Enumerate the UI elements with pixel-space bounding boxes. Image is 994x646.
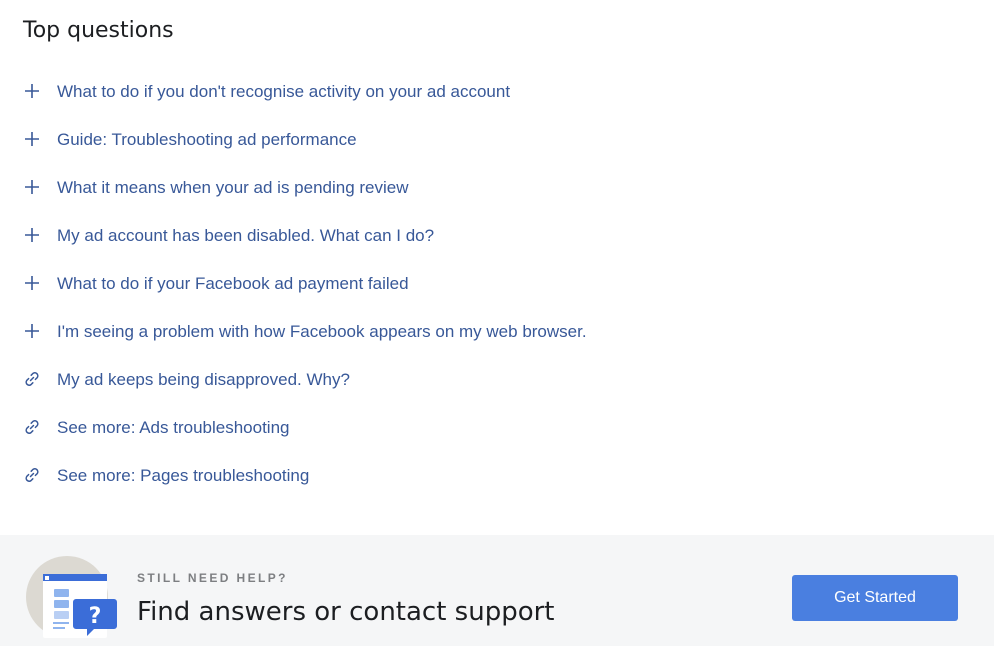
link-icon [22,369,42,389]
faq-link-item[interactable]: My ad keeps being disapproved. Why? [22,356,922,404]
help-kicker: STILL NEED HELP? [137,571,288,585]
plus-icon [22,225,42,245]
plus-icon [22,321,42,341]
link-icon [22,417,42,437]
plus-icon [22,129,42,149]
faq-item[interactable]: My ad account has been disabled. What ca… [22,212,922,260]
faq-item-label: I'm seeing a problem with how Facebook a… [57,322,587,341]
faq-item[interactable]: What to do if you don't recognise activi… [22,68,922,116]
faq-item[interactable]: I'm seeing a problem with how Facebook a… [22,308,922,356]
faq-item[interactable]: Guide: Troubleshooting ad performance [22,116,922,164]
faq-item-label: What to do if you don't recognise activi… [57,82,511,101]
plus-icon [22,273,42,293]
faq-link-label: See more: Pages troubleshooting [57,466,310,485]
faq-link-label: My ad keeps being disapproved. Why? [57,370,350,389]
faq-item-label: My ad account has been disabled. What ca… [57,226,435,245]
faq-item[interactable]: What it means when your ad is pending re… [22,164,922,212]
faq-item-label: What it means when your ad is pending re… [57,178,409,197]
faq-item[interactable]: What to do if your Facebook ad payment f… [22,260,922,308]
get-started-button[interactable]: Get Started [792,575,958,621]
faq-link-label: See more: Ads troubleshooting [57,418,290,437]
help-headline: Find answers or contact support [137,597,555,627]
plus-icon [22,177,42,197]
faq-link-item[interactable]: See more: Pages troubleshooting [22,452,922,500]
faq-item-label: Guide: Troubleshooting ad performance [57,130,357,149]
plus-icon [22,81,42,101]
link-icon [22,465,42,485]
still-need-help-banner: ? STILL NEED HELP? Find answers or conta… [0,535,994,646]
svg-text:?: ? [89,604,102,629]
faq-item-label: What to do if your Facebook ad payment f… [57,274,409,293]
page-title: Top questions [23,18,174,43]
faq-link-item[interactable]: See more: Ads troubleshooting [22,404,922,452]
faq-list: What to do if you don't recognise activi… [22,68,922,500]
help-question-icon: ? [26,556,121,646]
